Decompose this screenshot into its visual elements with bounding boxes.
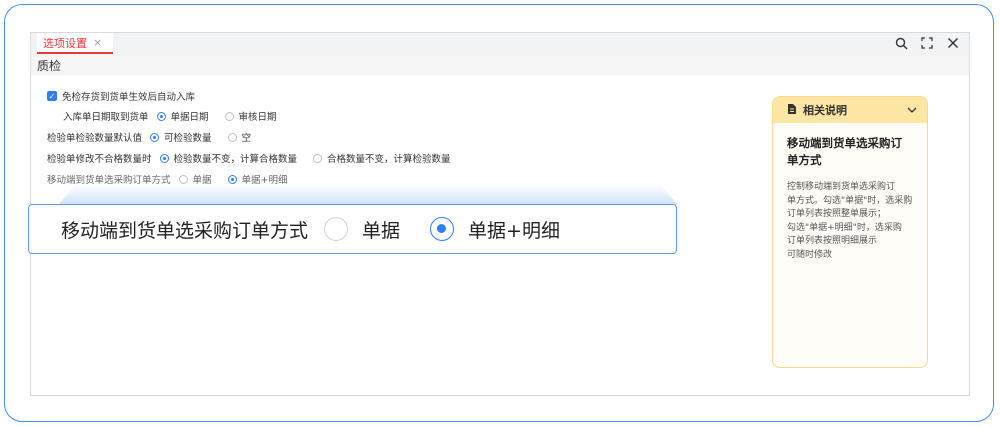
search-icon[interactable] [893, 35, 909, 51]
radio-doc[interactable] [178, 174, 188, 184]
radio-checkable-qty[interactable] [150, 132, 160, 142]
option-label: 检验单修改不合格数量时 [47, 154, 152, 165]
radio-label: 检验数量不变，计算合格数量 [173, 154, 298, 165]
auto-stock-checkbox[interactable]: ✓ [47, 91, 57, 101]
radio-label: 单据 [192, 175, 212, 186]
help-line: 控制移动端到货单选采购订 [787, 182, 896, 192]
close-icon[interactable] [945, 35, 961, 51]
window-tools [893, 35, 961, 51]
option-label: 检验单检验数量默认值 [47, 133, 143, 144]
help-panel: 相关说明 移动端到货单选采购订单方式 控制移动端到货单选采购订 单方式。勾选"单… [772, 96, 928, 368]
option-label: 免检存货到货单生效后自动入库 [62, 92, 196, 103]
document-icon [787, 103, 797, 118]
option-label: 入库单日期取到货单 [63, 112, 149, 123]
radio-label: 合格数量不变，计算检验数量 [327, 154, 451, 165]
help-header-label: 相关说明 [803, 104, 847, 117]
radio-label: 空 [241, 133, 252, 144]
zoom-callout: 移动端到货单选采购订单方式 单据 单据+明细 [28, 204, 677, 254]
help-line: 订单列表按照明细展示 [787, 236, 878, 246]
help-line: 单方式。勾选"单据"时，选采购 [787, 195, 913, 206]
callout-radio-doc-detail[interactable] [430, 217, 455, 241]
radio-empty[interactable] [227, 132, 237, 142]
callout-radio-label: 单据+明细 [468, 219, 560, 242]
radio-audit-date[interactable] [224, 111, 234, 121]
fullscreen-icon[interactable] [919, 35, 935, 51]
option-label: 移动端到货单选采购订单方式 [47, 175, 171, 186]
option-auto-stock: ✓ 免检存货到货单生效后自动入库 [47, 89, 195, 103]
radio-keep-check-qty[interactable] [159, 153, 169, 163]
chevron-down-icon[interactable] [907, 104, 917, 117]
radio-label: 审核日期 [238, 112, 277, 123]
tab-label: 选项设置 [43, 36, 87, 50]
help-line: 勾选"单据+明细"时，选采购 [787, 222, 902, 233]
help-line: 订单列表按照整单展示； [787, 209, 887, 219]
option-mobile-select: 移动端到货单选采购订单方式 单据 单据+明细 [47, 172, 288, 186]
section-title: 质检 [31, 55, 969, 75]
option-default-qty: 检验单检验数量默认值 可检验数量 空 [47, 130, 251, 144]
callout-radio-label: 单据 [362, 219, 401, 242]
callout-label: 移动端到货单选采购订单方式 [61, 219, 309, 242]
radio-label: 单据日期 [170, 112, 209, 123]
help-body: 控制移动端到货单选采购订 单方式。勾选"单据"时，选采购 订单列表按照整单展示；… [773, 169, 927, 262]
help-header[interactable]: 相关说明 [773, 97, 927, 123]
callout-connector [58, 184, 678, 205]
radio-label: 可检验数量 [164, 133, 212, 144]
help-title: 移动端到货单选采购订单方式 [787, 136, 902, 167]
callout-radio-doc[interactable] [324, 217, 349, 241]
tab-options-settings[interactable]: 选项设置 × [37, 33, 113, 54]
tab-bar: 选项设置 × [31, 33, 969, 56]
help-line: 可随时修改 [787, 249, 833, 260]
option-stock-date: 入库单日期取到货单 单据日期 审核日期 [63, 109, 277, 123]
radio-doc-detail[interactable] [227, 174, 237, 184]
option-modify-fail: 检验单修改不合格数量时 检验数量不变，计算合格数量 合格数量不变，计算检验数量 [47, 151, 451, 165]
tab-close-icon[interactable]: × [93, 36, 102, 49]
radio-doc-date[interactable] [156, 111, 166, 121]
radio-label: 单据+明细 [241, 175, 288, 186]
radio-keep-pass-qty[interactable] [313, 153, 323, 163]
